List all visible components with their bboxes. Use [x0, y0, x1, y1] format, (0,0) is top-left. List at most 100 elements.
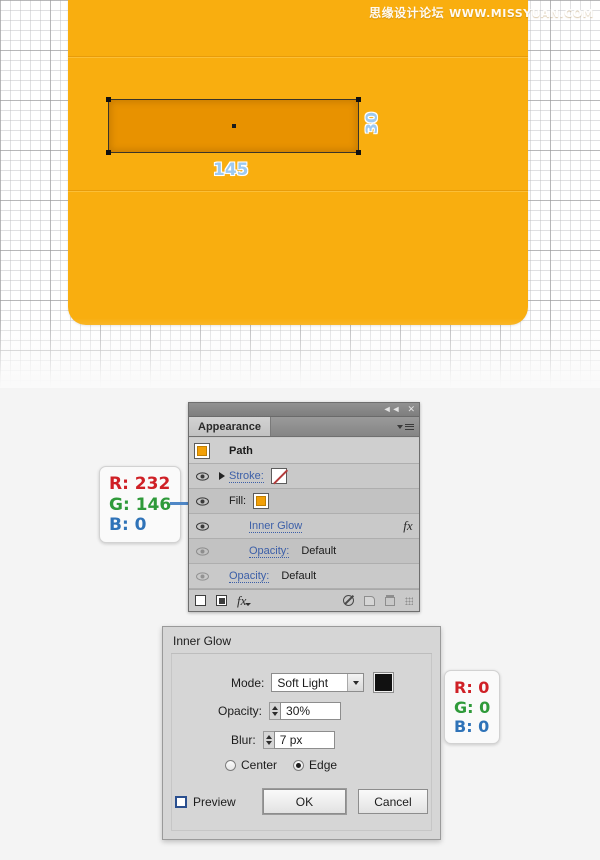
- watermark-url-text: WWW.MISSYUAN.COM: [449, 7, 594, 20]
- appearance-row-inner-glow[interactable]: Inner Glow fx: [189, 514, 419, 539]
- opacity-label: Opacity:: [218, 704, 263, 718]
- dimension-height-label: 30: [362, 112, 381, 135]
- appearance-row-opacity-object[interactable]: Opacity: Default: [189, 564, 419, 589]
- radio-edge-label: Edge: [309, 758, 338, 772]
- preview-checkbox[interactable]: [175, 795, 187, 808]
- stroke-swatch-icon[interactable]: [270, 468, 287, 484]
- add-new-fill-icon[interactable]: [216, 595, 227, 606]
- selection-handle-bottom-left[interactable]: [106, 150, 111, 155]
- selection-handle-bottom-right[interactable]: [356, 150, 361, 155]
- screenshot-root: 145 30 思缘设计论坛 WWW.MISSYUAN.COM R: 232 G: …: [0, 0, 600, 860]
- add-new-effect-icon[interactable]: fx: [237, 593, 252, 609]
- duplicate-item-icon[interactable]: [364, 595, 375, 606]
- glow-origin-radio-group: Center Edge: [225, 758, 337, 772]
- opacity-object-visibility-cell[interactable]: [189, 571, 215, 581]
- stroke-label-cell[interactable]: Stroke:: [229, 468, 397, 484]
- opacity-field-row: Opacity: 30%: [218, 702, 342, 720]
- blur-input[interactable]: 7 px: [273, 731, 335, 749]
- rgb-fill-green: G: 146: [109, 494, 172, 515]
- inner-glow-label-cell[interactable]: Inner Glow: [229, 520, 397, 533]
- glow-color-swatch[interactable]: [374, 673, 394, 692]
- fill-swatch-icon[interactable]: [253, 493, 270, 509]
- fill-visibility-cell[interactable]: [189, 496, 215, 506]
- fill-label-cell[interactable]: Fill:: [229, 493, 397, 509]
- ok-button[interactable]: OK: [263, 789, 346, 814]
- inner-glow-fx-cell[interactable]: fx: [397, 518, 419, 534]
- selection-handle-top-left[interactable]: [106, 97, 111, 102]
- stepper-up-icon[interactable]: [272, 706, 279, 710]
- stroke-disclosure-cell[interactable]: [215, 472, 229, 480]
- radio-center[interactable]: Center: [225, 758, 277, 772]
- path-label-cell: Path: [229, 445, 397, 457]
- add-new-stroke-icon[interactable]: [195, 595, 206, 606]
- radio-center-label: Center: [241, 758, 278, 772]
- illustrator-canvas[interactable]: 145 30 思缘设计论坛 WWW.MISSYUAN.COM: [0, 0, 600, 388]
- opacity-nested-label-cell[interactable]: Opacity: Default: [229, 545, 397, 558]
- stepper-down-icon[interactable]: [272, 712, 279, 716]
- appearance-row-fill[interactable]: Fill:: [189, 489, 419, 514]
- rgb-glow-red: R: 0: [454, 678, 490, 697]
- close-icon[interactable]: ✕: [407, 405, 415, 414]
- stepper-up-icon[interactable]: [265, 735, 272, 739]
- card-divider-bottom: [68, 190, 528, 191]
- orange-card-artwork[interactable]: [68, 0, 528, 325]
- opacity-nested-value: Default: [301, 545, 337, 557]
- preview-checkbox-group[interactable]: Preview: [175, 795, 251, 809]
- delete-item-icon[interactable]: [385, 595, 395, 606]
- eye-icon[interactable]: [195, 571, 209, 581]
- path-thumbnail-color: [197, 445, 207, 456]
- opacity-nested-visibility-cell[interactable]: [189, 546, 215, 556]
- appearance-panel[interactable]: ◄◄ ✕ Appearance Path Stroke: Fill: Inner…: [188, 402, 420, 612]
- stroke-label[interactable]: Stroke:: [229, 470, 264, 483]
- fill-label[interactable]: Fill:: [229, 495, 246, 507]
- chevron-down-icon[interactable]: [347, 674, 364, 691]
- tab-appearance[interactable]: Appearance: [189, 417, 271, 436]
- eye-icon[interactable]: [195, 471, 209, 481]
- inner-glow-visibility-cell[interactable]: [189, 521, 215, 531]
- appearance-row-path[interactable]: Path: [189, 438, 419, 464]
- blur-stepper[interactable]: [262, 731, 274, 749]
- fx-icon[interactable]: fx: [403, 518, 412, 534]
- dialog-title: Inner Glow: [173, 634, 232, 648]
- clear-appearance-icon[interactable]: [343, 595, 354, 606]
- inner-glow-dialog[interactable]: Inner Glow Mode: Soft Light Opacity: 30%…: [162, 626, 441, 840]
- rgb-glow-blue: B: 0: [454, 717, 490, 737]
- panel-menu-triangle-icon: [397, 424, 403, 429]
- opacity-input[interactable]: 30%: [280, 702, 342, 720]
- chevron-right-icon[interactable]: [219, 472, 225, 480]
- panel-menu-icon[interactable]: [397, 423, 414, 430]
- opacity-nested-label[interactable]: Opacity:: [249, 545, 290, 558]
- appearance-row-opacity-nested[interactable]: Opacity: Default: [189, 539, 419, 564]
- path-label: Path: [229, 444, 253, 457]
- radio-center-dot-icon[interactable]: [225, 759, 236, 771]
- appearance-row-stroke[interactable]: Stroke:: [189, 464, 419, 489]
- rgb-fill-blue: B: 0: [109, 515, 147, 536]
- collapse-panel-icon[interactable]: ◄◄: [383, 405, 401, 414]
- resize-grip-icon[interactable]: [405, 596, 413, 605]
- mode-select[interactable]: Soft Light: [271, 673, 365, 692]
- mode-field-row: Mode: Soft Light: [231, 673, 394, 692]
- selected-rectangle[interactable]: [106, 97, 361, 155]
- radio-edge[interactable]: Edge: [293, 758, 337, 772]
- inner-glow-label[interactable]: Inner Glow: [249, 520, 303, 533]
- fill-swatch-color: [256, 496, 267, 506]
- blur-field-row: Blur: 7 px: [231, 731, 335, 749]
- eye-icon[interactable]: [195, 496, 209, 506]
- opacity-object-label-cell[interactable]: Opacity: Default: [229, 570, 397, 583]
- blur-label: Blur:: [231, 733, 256, 747]
- eye-icon[interactable]: [195, 521, 209, 531]
- stroke-visibility-cell[interactable]: [189, 471, 215, 481]
- cancel-button[interactable]: Cancel: [357, 789, 429, 814]
- opacity-object-label[interactable]: Opacity:: [229, 570, 270, 583]
- opacity-stepper[interactable]: [269, 702, 281, 720]
- selection-handle-top-right[interactable]: [356, 97, 361, 102]
- path-thumbnail-cell: [189, 442, 215, 459]
- radio-edge-dot-icon[interactable]: [293, 759, 305, 771]
- path-thumbnail-icon: [194, 442, 210, 459]
- eye-icon[interactable]: [195, 546, 209, 556]
- tab-appearance-label: Appearance: [198, 420, 261, 433]
- stepper-down-icon[interactable]: [265, 741, 272, 745]
- mode-select-value: Soft Light: [277, 675, 329, 690]
- preview-label: Preview: [193, 794, 236, 809]
- opacity-object-value: Default: [281, 570, 317, 582]
